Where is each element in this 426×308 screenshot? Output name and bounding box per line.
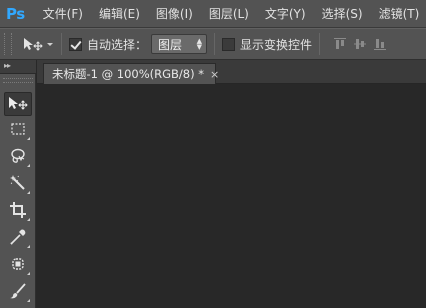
tools-panel-grip[interactable] <box>3 78 33 83</box>
chevron-down-icon <box>46 36 54 52</box>
tools-panel <box>0 74 36 308</box>
magic-wand-icon <box>9 174 27 195</box>
options-separator <box>61 33 62 55</box>
brush-icon <box>9 282 27 303</box>
menu-type[interactable]: 文字(Y) <box>257 0 314 28</box>
align-buttons <box>333 37 387 51</box>
show-transform-label: 显示变换控件 <box>240 37 313 52</box>
crop-tool[interactable] <box>4 199 32 223</box>
document-tab-bar: 未标题-1 @ 100%(RGB/8) * × <box>37 60 426 84</box>
rect-marquee-icon <box>10 121 26 140</box>
tool-preset-picker[interactable] <box>22 33 54 55</box>
lasso-tool[interactable] <box>4 145 32 169</box>
menu-image[interactable]: 图像(I) <box>148 0 201 28</box>
auto-select-target-value: 图层 <box>158 37 183 52</box>
menu-layer[interactable]: 图层(L) <box>201 0 257 28</box>
auto-select-target-dropdown[interactable]: 图层 ▲ ▼ <box>151 34 208 54</box>
options-bar-grip[interactable] <box>4 33 12 55</box>
brush-tool[interactable] <box>4 280 32 304</box>
menu-edit[interactable]: 编辑(E) <box>91 0 148 28</box>
menu-file[interactable]: 文件(F) <box>35 0 91 28</box>
menu-select[interactable]: 选择(S) <box>314 0 371 28</box>
options-separator <box>319 33 321 55</box>
submenu-indicator-icon <box>27 164 30 167</box>
collapse-panel-icon[interactable]: ▸▸ <box>4 61 11 70</box>
show-transform-checkbox[interactable] <box>222 37 236 51</box>
move-tool-icon <box>22 36 46 52</box>
align-top-edges-icon[interactable] <box>333 37 347 51</box>
photoshop-logo[interactable]: Ps <box>6 4 25 24</box>
submenu-indicator-icon <box>27 191 30 194</box>
lasso-icon <box>9 147 27 168</box>
document-tab[interactable]: 未标题-1 @ 100%(RGB/8) * × <box>43 63 219 84</box>
document-tab-title: 未标题-1 @ 100%(RGB/8) * <box>52 67 205 81</box>
magic-wand-tool[interactable] <box>4 172 32 196</box>
submenu-indicator-icon <box>27 245 30 248</box>
submenu-indicator-icon <box>27 272 30 275</box>
healing-tool[interactable] <box>4 253 32 277</box>
submenu-indicator-icon <box>27 218 30 221</box>
options-separator <box>214 33 216 55</box>
tools-panel-header: ▸▸ <box>0 60 36 74</box>
canvas-area[interactable] <box>37 85 426 308</box>
menu-bar: Ps 文件(F) 编辑(E) 图像(I) 图层(L) 文字(Y) 选择(S) 滤… <box>0 0 426 28</box>
close-icon[interactable]: × <box>210 68 219 81</box>
eyedropper-tool[interactable] <box>4 226 32 250</box>
move-tool[interactable] <box>4 92 32 116</box>
auto-select-label: 自动选择： <box>87 37 148 52</box>
align-vertical-centers-icon[interactable] <box>353 37 367 51</box>
eyedropper-icon <box>9 228 27 249</box>
auto-select-checkbox[interactable] <box>69 37 82 51</box>
healing-brush-icon <box>9 255 27 276</box>
move-icon <box>7 95 29 114</box>
marquee-tool[interactable] <box>4 118 32 142</box>
align-bottom-edges-icon[interactable] <box>373 37 387 51</box>
options-bar: 自动选择： 图层 ▲ ▼ 显示变换控件 <box>0 28 426 60</box>
crop-icon <box>9 201 27 222</box>
updown-arrows-icon: ▲ ▼ <box>196 37 203 51</box>
submenu-indicator-icon <box>27 299 30 302</box>
menu-filter[interactable]: 滤镜(T) <box>371 0 426 28</box>
submenu-indicator-icon <box>27 137 30 140</box>
